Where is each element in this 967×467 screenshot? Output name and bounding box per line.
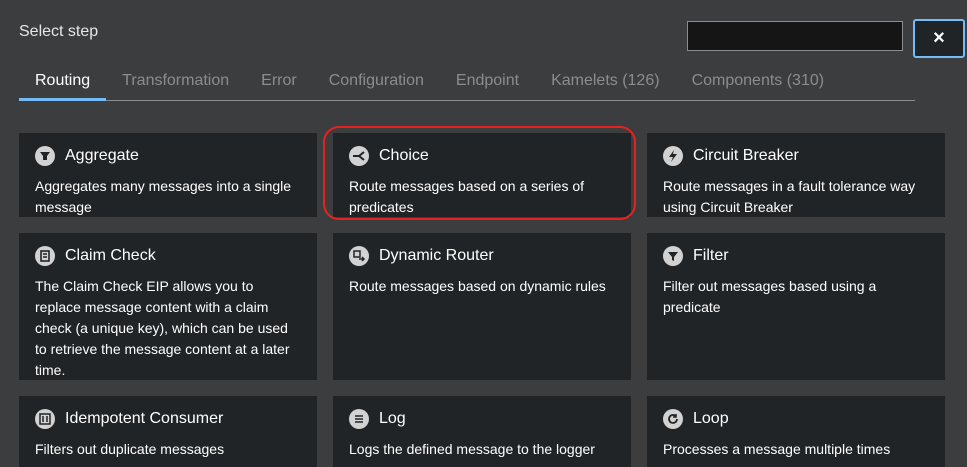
card-title: Idempotent Consumer — [65, 410, 224, 427]
card-title: Choice — [379, 147, 429, 164]
loop-icon — [663, 409, 683, 429]
dialog-title: Select step — [19, 23, 99, 40]
card-description: Route messages based on dynamic rules — [349, 278, 606, 294]
idempotent-consumer-icon — [35, 409, 55, 429]
card-description: Logs the defined message to the logger — [349, 441, 595, 457]
card-description: Filter out messages based using a predic… — [663, 278, 877, 315]
tab-transformation[interactable]: Transformation — [106, 64, 245, 100]
step-card-filter[interactable]: Filter Filter out messages based using a… — [647, 233, 945, 380]
step-card-log[interactable]: Log Logs the defined message to the logg… — [333, 396, 631, 467]
tab-routing[interactable]: Routing — [19, 64, 107, 101]
card-title: Filter — [693, 247, 729, 264]
step-card-loop[interactable]: Loop Processes a message multiple times — [647, 396, 945, 467]
tab-configuration[interactable]: Configuration — [313, 64, 440, 100]
search-input[interactable] — [687, 21, 903, 51]
tab-endpoint[interactable]: Endpoint — [440, 64, 535, 100]
close-button[interactable]: × — [913, 19, 965, 58]
dynamic-router-icon — [349, 246, 369, 266]
step-card-claim-check[interactable]: Claim Check The Claim Check EIP allows y… — [19, 233, 317, 380]
card-description: Aggregates many messages into a single m… — [35, 178, 292, 215]
filter-icon — [663, 246, 683, 266]
circuit-breaker-icon — [663, 146, 683, 166]
step-card-dynamic-router[interactable]: Dynamic Router Route messages based on d… — [333, 233, 631, 380]
card-title: Log — [379, 410, 406, 427]
claim-check-icon — [35, 246, 55, 266]
step-card-idempotent-consumer[interactable]: Idempotent Consumer Filters out duplicat… — [19, 396, 317, 467]
tab-bar: Routing Transformation Error Configurati… — [19, 64, 915, 101]
card-title: Loop — [693, 410, 729, 427]
card-description: The Claim Check EIP allows you to replac… — [35, 278, 290, 378]
tab-components[interactable]: Components (310) — [676, 64, 841, 100]
card-title: Aggregate — [65, 147, 139, 164]
card-title: Dynamic Router — [379, 247, 494, 264]
step-card-choice[interactable]: Choice Route messages based on a series … — [333, 133, 631, 217]
choice-icon — [349, 146, 369, 166]
step-card-aggregate[interactable]: Aggregate Aggregates many messages into … — [19, 133, 317, 217]
close-icon: × — [933, 27, 945, 49]
tab-error[interactable]: Error — [245, 64, 313, 100]
card-description: Route messages in a fault tolerance way … — [663, 178, 916, 215]
card-title: Circuit Breaker — [693, 147, 799, 164]
card-description: Filters out duplicate messages — [35, 441, 225, 457]
log-icon — [349, 409, 369, 429]
step-card-circuit-breaker[interactable]: Circuit Breaker Route messages in a faul… — [647, 133, 945, 217]
card-title: Claim Check — [65, 247, 156, 264]
card-description: Processes a message multiple times — [663, 441, 891, 457]
card-description: Route messages based on a series of pred… — [349, 178, 585, 215]
tab-kamelets[interactable]: Kamelets (126) — [535, 64, 676, 100]
aggregate-icon — [35, 146, 55, 166]
